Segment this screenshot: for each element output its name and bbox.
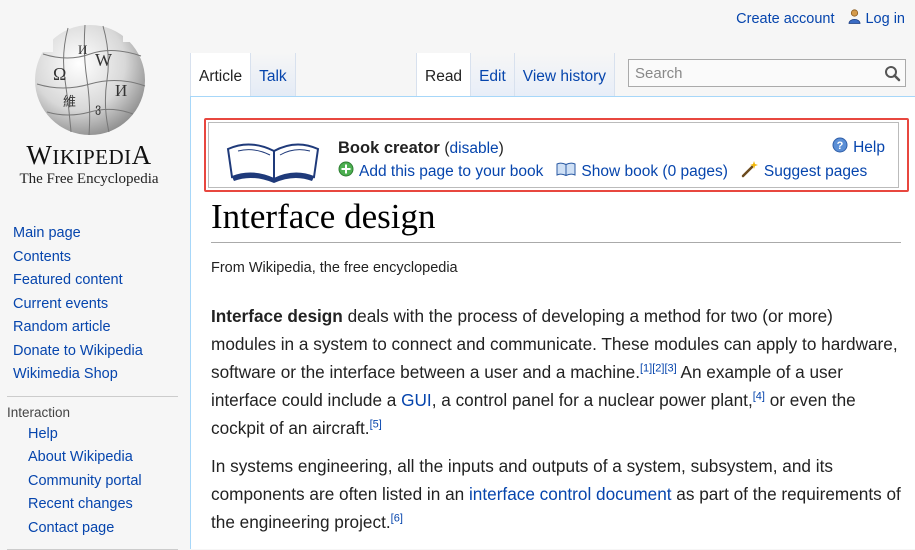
sidebar-item-help[interactable]: Help (0, 423, 190, 447)
plus-circle-icon (338, 161, 354, 182)
sidebar-item-label[interactable]: Donate to Wikipedia (13, 343, 143, 359)
sidebar-item-label[interactable]: About Wikipedia (28, 449, 133, 465)
logo-tagline: The Free Encyclopedia (19, 171, 159, 187)
sidebar-divider (7, 395, 178, 397)
paragraph-text: , a control panel for a nuclear power pl… (431, 390, 753, 410)
sidebar-item-donate[interactable]: Donate to Wikipedia (0, 340, 190, 364)
reference-link-6[interactable]: [6] (391, 512, 403, 524)
disable-group: (disable) (444, 140, 503, 157)
sidebar-item-label[interactable]: Wikimedia Shop (13, 366, 118, 382)
tab-read[interactable]: Read (416, 53, 472, 96)
search-icon[interactable] (884, 65, 901, 87)
sidebar-item-label[interactable]: Random article (13, 319, 111, 335)
reference-link-3[interactable]: [3] (664, 362, 676, 374)
disable-link[interactable]: disable (450, 140, 499, 157)
user-icon (848, 9, 861, 28)
help-action[interactable]: ? Help (832, 137, 885, 158)
tab-edit[interactable]: Edit (471, 53, 515, 96)
sidebar-item-contents[interactable]: Contents (0, 246, 190, 270)
search-input[interactable] (629, 60, 881, 86)
sidebar: Main page Contents Featured content Curr… (0, 222, 190, 550)
create-account-link[interactable]: Create account (736, 11, 834, 27)
sidebar-item-current-events[interactable]: Current events (0, 293, 190, 317)
book-icon (556, 162, 576, 182)
svg-text:維: 維 (63, 94, 76, 109)
sidebar-item-label[interactable]: Contact page (28, 520, 114, 536)
book-creator-box: Book creator (disable) Add this page to … (208, 122, 899, 188)
book-actions: Add this page to your book Show book (0 … (338, 160, 867, 183)
svg-text:И: И (115, 81, 127, 100)
help-link[interactable]: Help (853, 139, 885, 157)
sidebar-item-wikimedia-shop[interactable]: Wikimedia Shop (0, 363, 190, 387)
book-creator-heading: Book creator (338, 139, 440, 157)
show-book-link[interactable]: Show book (0 pages) (581, 163, 727, 181)
sidebar-item-label[interactable]: Contents (13, 249, 71, 265)
login-link[interactable]: Log in (865, 11, 905, 27)
svg-text:И: И (78, 42, 87, 57)
main-navigation: Main page Contents Featured content Curr… (0, 222, 190, 387)
sidebar-item-community-portal[interactable]: Community portal (0, 470, 190, 494)
suggest-action[interactable]: Suggest pages (741, 160, 867, 183)
open-book-icon (224, 133, 322, 188)
namespace-tabs: Article Talk (190, 53, 296, 96)
help-icon: ? (832, 137, 848, 158)
sidebar-item-contact-page[interactable]: Contact page (0, 517, 190, 541)
sidebar-item-label[interactable]: Featured content (13, 272, 123, 288)
sidebar-item-about[interactable]: About Wikipedia (0, 446, 190, 470)
sidebar-item-random-article[interactable]: Random article (0, 316, 190, 340)
suggest-pages-link[interactable]: Suggest pages (764, 163, 867, 181)
paren-close: ) (498, 140, 504, 157)
view-tabs: Read Edit View history (416, 53, 616, 96)
article-paragraph-2: In systems engineering, all the inputs a… (211, 452, 901, 536)
add-page-link[interactable]: Add this page to your book (359, 163, 543, 181)
login-group[interactable]: Log in (848, 9, 905, 28)
magic-wand-icon (741, 160, 759, 183)
svg-text:W: W (95, 50, 112, 70)
tab-article[interactable]: Article (190, 53, 252, 96)
wikipedia-logo[interactable]: Ω W И И 維 ვ WIKIPEDIA The Free Encyclope… (0, 0, 190, 200)
sidebar-item-main-page[interactable]: Main page (0, 222, 190, 246)
gui-link[interactable]: GUI (401, 390, 432, 410)
book-creator-title: Book creator (disable) (338, 139, 504, 158)
sidebar-item-label[interactable]: Recent changes (28, 496, 133, 512)
tab-talk[interactable]: Talk (251, 53, 296, 96)
article-paragraph-1: Interface design deals with the process … (211, 302, 901, 442)
sidebar-item-featured-content[interactable]: Featured content (0, 269, 190, 293)
search-box (628, 59, 906, 87)
site-tagline: From Wikipedia, the free encyclopedia (211, 260, 458, 276)
sidebar-item-label[interactable]: Community portal (28, 473, 142, 489)
sidebar-item-label[interactable]: Current events (13, 296, 108, 312)
bold-term: Interface design (211, 306, 343, 326)
content-area: Book creator (disable) Add this page to … (190, 96, 915, 549)
add-page-action[interactable]: Add this page to your book (338, 161, 543, 182)
logo-wordmark: WIKIPEDIA (26, 140, 152, 170)
show-book-action[interactable]: Show book (0 pages) (556, 162, 728, 182)
reference-link-5[interactable]: [5] (370, 418, 382, 430)
personal-tools: Create account Log in (736, 9, 905, 28)
reference-link-4[interactable]: [4] (753, 390, 765, 402)
interface-control-document-link[interactable]: interface control document (469, 484, 672, 504)
interaction-navigation: Help About Wikipedia Community portal Re… (0, 423, 190, 541)
svg-text:?: ? (837, 140, 844, 152)
reference-link-1[interactable]: [1] (640, 362, 652, 374)
sidebar-item-recent-changes[interactable]: Recent changes (0, 493, 190, 517)
sidebar-item-label[interactable]: Help (28, 426, 58, 442)
reference-link-2[interactable]: [2] (652, 362, 664, 374)
puzzle-globe-icon: Ω W И И 維 ვ (29, 20, 153, 136)
sidebar-item-label[interactable]: Main page (13, 225, 81, 241)
tab-view-history[interactable]: View history (514, 53, 616, 96)
interaction-heading[interactable]: Interaction (0, 403, 190, 423)
page-title: Interface design (211, 197, 901, 243)
svg-text:ვ: ვ (95, 101, 101, 115)
svg-text:Ω: Ω (53, 64, 66, 84)
